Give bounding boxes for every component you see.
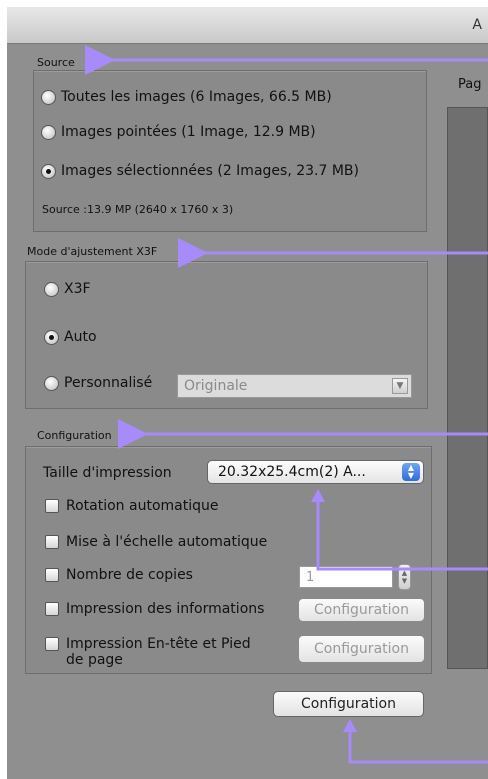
annotation-arrow-print-size	[316, 500, 488, 571]
annotation-overlay	[85, 45, 488, 764]
annotation-arrow-bottom-config	[348, 730, 488, 764]
